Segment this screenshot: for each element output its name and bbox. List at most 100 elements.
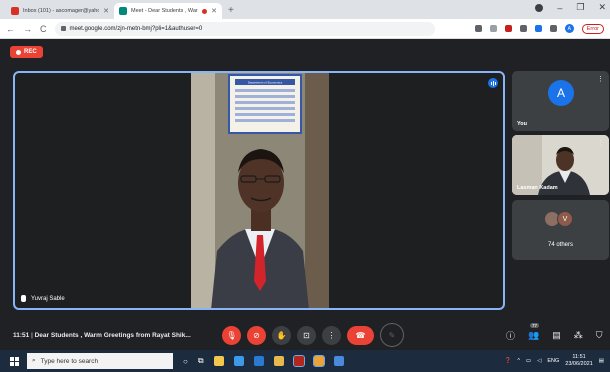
maximize-button[interactable]: ❐ [576,2,584,13]
participant-label: Laxman Kadam [517,185,558,191]
lock-icon [60,26,66,31]
tab-meet[interactable]: Meet - Dear Students , War... ✕ [114,3,222,19]
reload-button[interactable]: C [40,24,47,34]
profile-icon[interactable] [535,3,544,12]
star-icon[interactable] [489,25,497,32]
forward-button[interactable]: → [23,24,32,34]
address-bar[interactable]: meet.google.com/zjn-metn-bmj?pli=1&authu… [54,21,435,36]
task-view-icon[interactable]: ⧉ [198,356,204,366]
close-icon[interactable]: ✕ [211,7,217,15]
camera-icon[interactable] [474,25,482,32]
profile-avatar[interactable]: A [564,24,574,33]
close-icon[interactable]: ✕ [103,7,109,15]
rec-label: REC [24,49,37,55]
participant-tile[interactable]: ⋮ Laxman Kadam [512,135,609,195]
puzzle-icon[interactable] [549,25,557,32]
screen: Inbox (101) - ascomager@yahoo... ✕ Meet … [0,0,610,372]
mic-off-button[interactable]: 🎙 [222,325,241,345]
meeting-details: 11:51 | Dear Students , Warm Greetings f… [13,332,191,339]
close-window-button[interactable]: ✕ [598,2,606,13]
self-label: You [517,121,527,127]
meet-control-bar: 11:51 | Dear Students , Warm Greetings f… [0,320,610,350]
raise-hand-button[interactable]: ✋ [272,325,291,345]
pen-tool-button[interactable]: ✎ [380,323,404,347]
url-text: meet.google.com/zjn-metn-bmj?pli=1&authu… [69,25,203,32]
more-options-button[interactable]: ⋮ [322,325,341,345]
others-tile[interactable]: V 74 others [512,200,609,260]
recording-icon [202,8,208,14]
participant-video: Department of Economics [191,73,329,308]
participant-name: Yuvraj Sable [31,295,65,302]
language-indicator[interactable]: ENG [547,358,559,364]
people-icon[interactable]: 👥 77 [528,322,539,341]
clock-date: 23/06/2021 [565,361,593,367]
meet-icon [119,7,127,15]
speaking-indicator-icon [488,78,498,88]
main-video-tile[interactable]: Department of Economics Yuvraj Sable [13,71,505,310]
network-icon[interactable]: ▭ [526,358,531,364]
dropbox-icon[interactable] [233,356,244,366]
shield-extension-icon[interactable] [504,25,512,32]
store-icon[interactable] [213,356,224,366]
search-icon: ⌕ [32,357,36,364]
chevron-up-icon[interactable]: ^ [517,358,520,364]
participant-avatar-letter: V [557,211,573,227]
camera-off-button[interactable]: ⊘ [247,325,266,345]
others-avatars: V [544,211,573,227]
chrome-icon[interactable] [312,355,325,367]
error-button[interactable]: Error [581,23,604,34]
self-avatar: A [548,80,574,106]
window-controls: – ❐ ✕ [535,2,606,13]
notification-icon[interactable]: ▤ [599,358,604,364]
help-icon[interactable]: ❓ [504,358,511,364]
participant-count-badge: 77 [530,322,540,328]
gmail-icon [11,7,19,15]
recording-badge: REC [10,46,43,58]
tab-title: Inbox (101) - ascomager@yahoo... [23,8,99,14]
host-controls-icon[interactable]: ⛉ [596,330,603,341]
activities-icon[interactable]: ⁂ [574,330,583,341]
mail-icon[interactable] [253,356,264,366]
meeting-title: Dear Students , Warm Greetings from Raya… [34,331,191,339]
chat-icon[interactable]: ▤ [552,330,561,341]
search-placeholder: Type here to search [40,357,99,365]
mic-icon [21,295,26,302]
extension-icons: A Error [474,23,604,34]
present-screen-button[interactable]: ⊡ [297,325,316,345]
clock-time: 11:51 [572,354,586,360]
system-tray: ❓ ^ ▭ ◁ ENG 11:51 23/06/2021 ▤ [504,354,604,368]
main-participant-name: Yuvraj Sable [21,295,65,302]
meeting-time: 11:51 [13,331,30,339]
self-tile[interactable]: ⋮ A You [512,71,609,131]
square-extension-icon[interactable] [534,25,542,32]
cortana-icon[interactable]: ○ [183,357,188,366]
tab-title: Meet - Dear Students , War... [131,8,199,14]
more-icon[interactable]: ⋮ [597,139,604,147]
end-call-button[interactable]: ☎ [347,325,374,345]
others-label: 74 others [547,242,574,248]
meet-stage: REC Department of Economics Yuvraj Sable… [0,39,610,350]
browser-tab-strip: Inbox (101) - ascomager@yahoo... ✕ Meet … [0,0,610,19]
info-icon[interactable]: ⓘ [506,329,515,342]
call-controls: 🎙 ⊘ ✋ ⊡ ⋮ ☎ ✎ [222,323,404,347]
browser-toolbar: ← → C meet.google.com/zjn-metn-bmj?pli=1… [0,19,610,39]
windows-start-icon[interactable] [10,356,19,366]
speaker-video-frame: Department of Economics [191,73,329,308]
back-button[interactable]: ← [6,24,15,34]
windows-taskbar: ⌕ Type here to search ○ ⧉ ❓ ^ ▭ ◁ ENG 11… [0,350,610,372]
pinned-apps: ○ ⧉ [183,355,344,367]
app-icon[interactable] [292,355,305,367]
poster-title: Department of Economics [248,81,283,85]
volume-icon[interactable]: ◁ [537,358,541,364]
minimize-button[interactable]: – [557,3,562,13]
more-icon[interactable]: ⋮ [597,75,604,83]
clock[interactable]: 11:51 23/06/2021 [565,354,593,368]
new-tab-button[interactable]: + [228,5,234,16]
photos-icon[interactable] [333,356,344,366]
record-icon [16,49,21,55]
pin-extension-icon[interactable] [519,25,527,32]
taskbar-search-box[interactable]: ⌕ Type here to search [27,353,173,369]
tab-inbox[interactable]: Inbox (101) - ascomager@yahoo... ✕ [6,3,114,19]
folder-icon[interactable] [273,356,284,366]
side-panel-controls: ⓘ 👥 77 ▤ ⁂ ⛉ [506,322,603,342]
